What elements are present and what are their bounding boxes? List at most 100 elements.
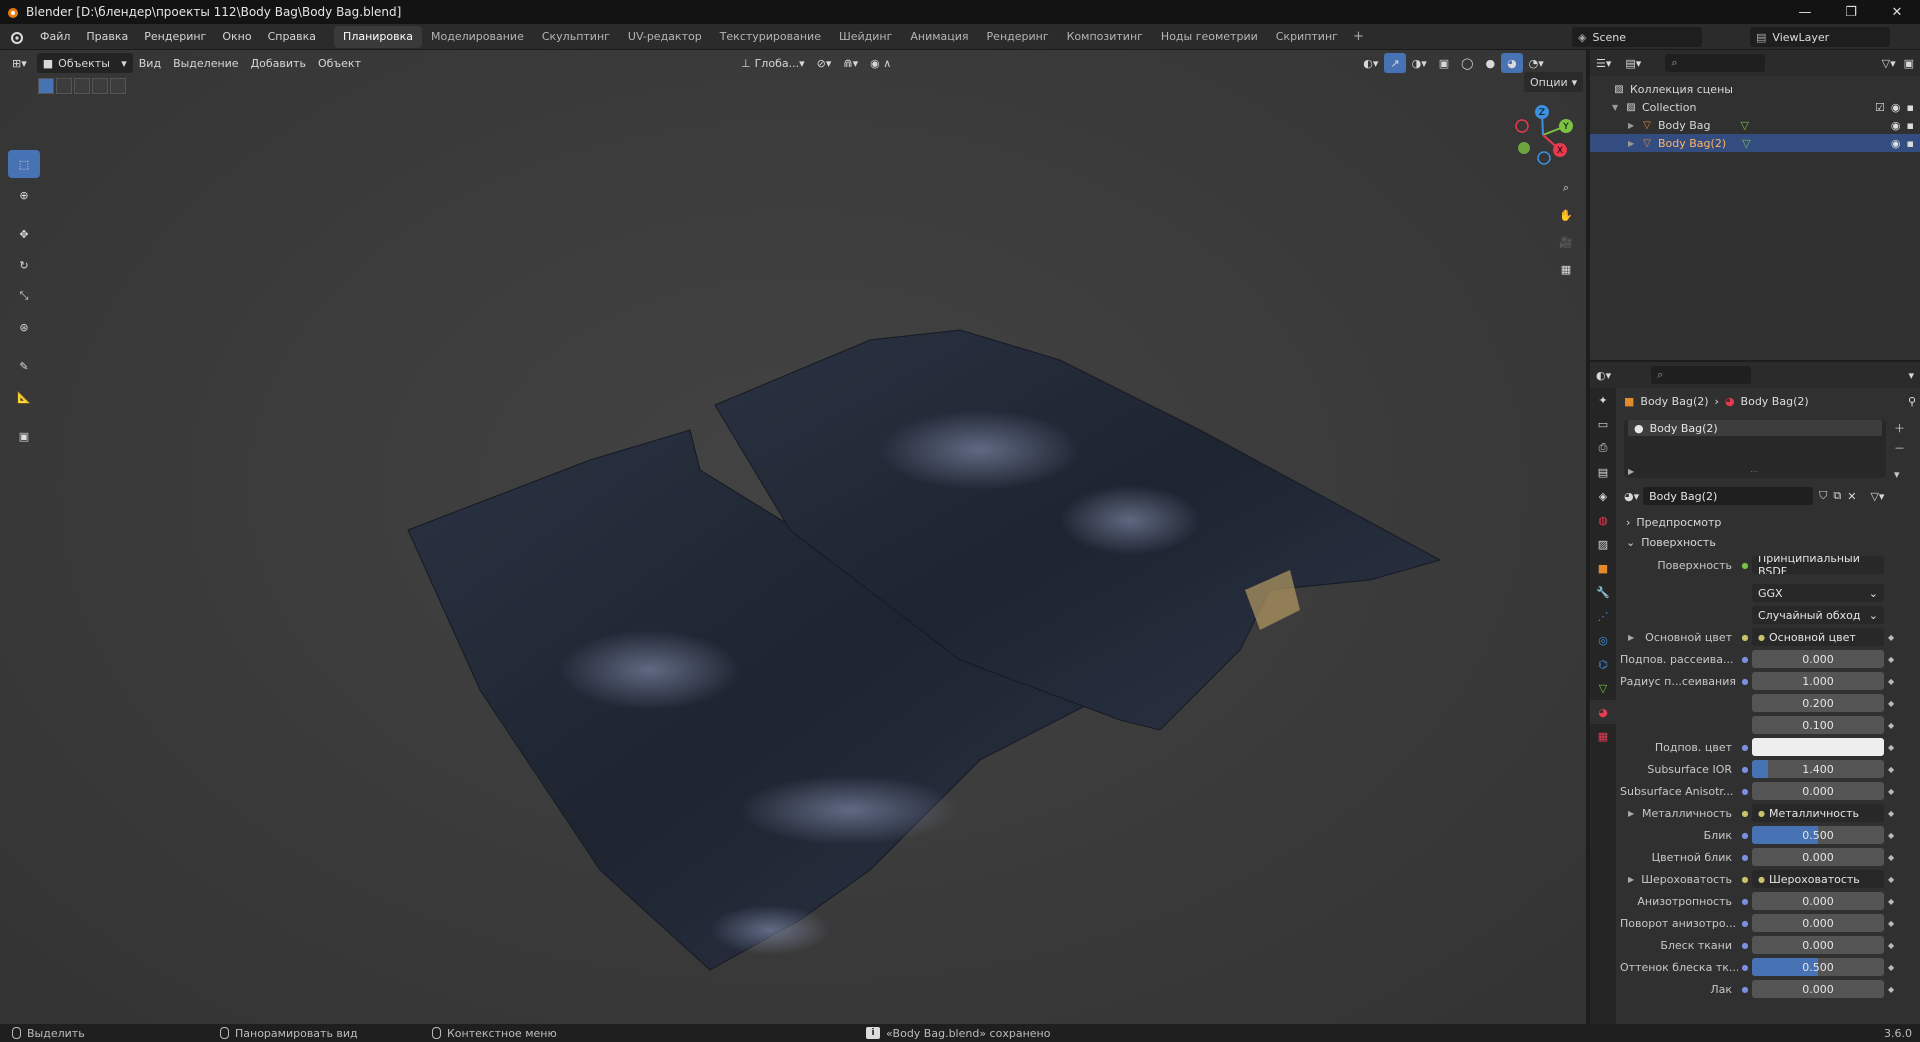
expand-triangle-icon[interactable]: ▶ — [1628, 139, 1640, 148]
outliner-editor-icon[interactable]: ☰▾ — [1596, 57, 1611, 70]
shading-material[interactable]: ◕ — [1501, 53, 1523, 73]
color-swatch-field[interactable] — [1752, 738, 1884, 756]
number-slider-field[interactable]: 0.000 — [1752, 892, 1884, 910]
properties-search-input[interactable]: ⌕ — [1651, 366, 1752, 384]
measure-tool[interactable]: 📐 — [8, 383, 40, 411]
camera-view-button[interactable]: 🎥 — [1554, 230, 1578, 254]
tab-scripting[interactable]: Скриптинг — [1267, 26, 1347, 48]
data-tab-icon[interactable]: ▽ — [1590, 676, 1616, 700]
outliner-collection[interactable]: ▼ ▨ Collection ☑ ◉ ▪ — [1590, 98, 1920, 116]
camera-icon[interactable]: ▪ — [1907, 137, 1914, 150]
modifier-tab-icon[interactable]: 🔧 — [1590, 580, 1616, 604]
tab-rendering[interactable]: Рендеринг — [978, 26, 1058, 48]
socket-icon[interactable]: ● — [1738, 941, 1752, 950]
pivot-point-button[interactable]: ⊘▾ — [811, 53, 838, 73]
visibility-selector[interactable]: ◐▾ — [1357, 53, 1384, 73]
socket-icon[interactable]: ● — [1738, 963, 1752, 972]
tab-compositing[interactable]: Композитинг — [1058, 26, 1152, 48]
expand-triangle-icon[interactable]: ▶ — [1628, 633, 1634, 642]
view-layer-selector[interactable]: ▤ ViewLayer — [1750, 27, 1890, 47]
keyframe-icon[interactable]: ◆ — [1888, 831, 1894, 840]
number-slider-field[interactable]: 0.000 — [1752, 936, 1884, 954]
options-button[interactable]: Опции ▾ — [1524, 72, 1584, 92]
outliner-object-body-bag[interactable]: ▶ ▽ Body Bag ▽ ◉ ▪ — [1590, 116, 1920, 134]
eye-icon[interactable]: ◉ — [1891, 119, 1901, 132]
socket-icon[interactable]: ● — [1738, 875, 1752, 884]
unlink-material-icon[interactable]: ✕ — [1847, 490, 1856, 503]
3d-viewport[interactable]: ⊞▾ ■ Объекты ▾ Вид Выделение Добавить Об… — [0, 50, 1586, 1024]
proportional-editing-toggle[interactable]: ◉ ∧ — [864, 53, 897, 73]
view-layer-tab-icon[interactable]: ▤ — [1590, 460, 1616, 484]
mode-selector[interactable]: ■ Объекты ▾ — [36, 53, 133, 73]
navigation-gizmo[interactable]: Y X Z — [1508, 100, 1578, 170]
keyframe-icon[interactable]: ◆ — [1888, 941, 1894, 950]
scale-tool[interactable]: ⤡ — [8, 282, 40, 310]
scene-tab-icon[interactable]: ◈ — [1590, 484, 1616, 508]
keyframe-icon[interactable]: ◆ — [1888, 809, 1894, 818]
number-slider-field[interactable]: 0.500 — [1752, 826, 1884, 844]
eye-icon[interactable]: ◉ — [1891, 101, 1901, 114]
keyframe-icon[interactable]: ◆ — [1888, 853, 1894, 862]
preview-panel-header[interactable]: › Предпросмотр — [1620, 512, 1920, 532]
expand-triangle-icon[interactable]: ▼ — [1612, 103, 1624, 112]
output-tab-icon[interactable]: ⎙ — [1590, 436, 1616, 460]
status-report[interactable]: i «Body Bag.blend» сохранено — [866, 1027, 1050, 1040]
physics-tab-icon[interactable]: ◎ — [1590, 628, 1616, 652]
tab-sculpting[interactable]: Скульптинг — [533, 26, 619, 48]
tab-modeling[interactable]: Моделирование — [422, 26, 533, 48]
socket-icon[interactable]: ● — [1738, 831, 1752, 840]
keyframe-icon[interactable]: ◆ — [1888, 787, 1894, 796]
options-chevron-icon[interactable]: ▾ — [1908, 369, 1914, 382]
distribution-dropdown[interactable]: GGX ⌄ — [1752, 584, 1884, 602]
surface-panel-header[interactable]: ⌄ Поверхность — [1620, 532, 1920, 552]
socket-icon[interactable]: ● — [1738, 633, 1752, 642]
particles-tab-icon[interactable]: ⋰ — [1590, 604, 1616, 628]
socket-icon[interactable]: ● — [1738, 743, 1752, 752]
add-cube-tool[interactable]: ▣ — [8, 422, 40, 450]
duplicate-material-icon[interactable]: ⧉ — [1833, 489, 1841, 503]
add-slot-button[interactable]: ＋ — [1894, 420, 1905, 436]
select-invert-icon[interactable] — [92, 78, 108, 94]
eye-icon[interactable]: ◉ — [1891, 137, 1901, 150]
socket-icon[interactable]: ● — [1738, 787, 1752, 796]
select-new-icon[interactable] — [38, 78, 54, 94]
checkbox-icon[interactable]: ☑ — [1875, 101, 1885, 114]
add-workspace-button[interactable]: + — [1347, 29, 1370, 44]
number-slider-field[interactable]: 1.400 — [1752, 760, 1884, 778]
maximize-button[interactable]: ❐ — [1828, 0, 1874, 24]
select-subtract-icon[interactable] — [74, 78, 90, 94]
material-browse-icon[interactable]: ◕▾ — [1624, 490, 1639, 503]
overlay-toggle[interactable]: ◑▾ — [1406, 53, 1433, 73]
keyframe-icon[interactable]: ◆ — [1888, 655, 1894, 664]
minimize-button[interactable]: — — [1782, 0, 1828, 24]
keyframe-icon[interactable]: ◆ — [1888, 743, 1894, 752]
outliner-object-body-bag-2[interactable]: ▶ ▽ Body Bag(2) ▽ ◉ ▪ — [1590, 134, 1920, 152]
transform-tool[interactable]: ⊛ — [8, 313, 40, 341]
keyframe-icon[interactable]: ◆ — [1888, 963, 1894, 972]
number-slider-field[interactable]: 1.000 — [1752, 672, 1884, 690]
socket-icon[interactable]: ● — [1738, 765, 1752, 774]
menu-view[interactable]: Вид — [133, 53, 167, 73]
outliner-search-input[interactable]: ⌕ — [1665, 54, 1766, 72]
tab-texture-paint[interactable]: Текстурирование — [711, 26, 830, 48]
remove-slot-button[interactable]: － — [1894, 440, 1905, 456]
object-tab-icon[interactable]: ■ — [1590, 556, 1616, 580]
keyframe-icon[interactable]: ◆ — [1888, 919, 1894, 928]
menu-window[interactable]: Окно — [214, 24, 259, 50]
resize-handle-icon[interactable]: ⋯ — [1750, 467, 1758, 476]
gizmo-toggle[interactable]: ↗ — [1384, 53, 1406, 73]
expand-triangle-icon[interactable]: ▶ — [1628, 875, 1634, 884]
shading-wireframe[interactable]: ◯ — [1455, 53, 1479, 73]
menu-render[interactable]: Рендеринг — [136, 24, 214, 50]
perspective-toggle-button[interactable]: ▦ — [1554, 257, 1578, 281]
keyframe-icon[interactable]: ◆ — [1888, 633, 1894, 642]
expand-triangle-icon[interactable]: ▶ — [1628, 121, 1640, 130]
select-intersect-icon[interactable] — [110, 78, 126, 94]
move-tool[interactable]: ✥ — [8, 220, 40, 248]
keyframe-icon[interactable]: ◆ — [1888, 699, 1894, 708]
subsurface-method-dropdown[interactable]: Случайный обход ⌄ — [1752, 606, 1884, 624]
number-slider-field[interactable]: 0.500 — [1752, 958, 1884, 976]
number-slider-field[interactable]: 0.000 — [1752, 914, 1884, 932]
rotate-tool[interactable]: ↻ — [8, 251, 40, 279]
material-slot-list[interactable]: ● Body Bag(2) ▶ ⋯ ＋ － ▾ — [1624, 420, 1905, 481]
